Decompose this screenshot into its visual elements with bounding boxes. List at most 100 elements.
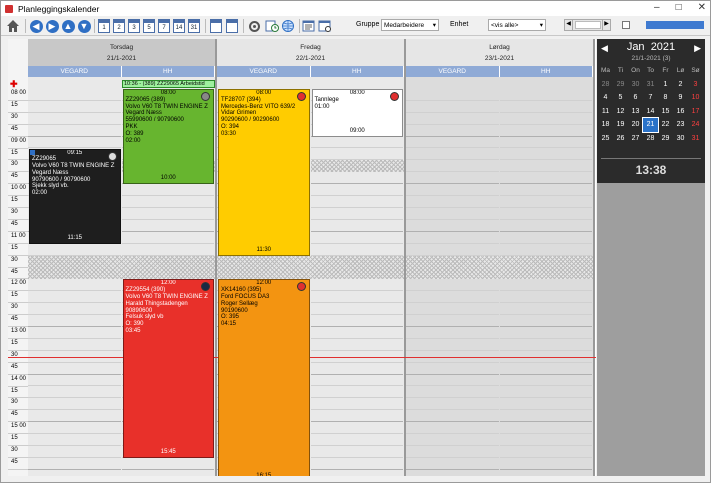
previous-arrow-icon[interactable]: ◀ <box>29 18 43 34</box>
mini-calendar-day[interactable]: 15 <box>658 105 673 119</box>
time-slot[interactable] <box>406 136 499 149</box>
time-slot[interactable] <box>499 422 592 435</box>
time-slot[interactable] <box>406 279 499 292</box>
mini-calendar-day[interactable]: 3 <box>688 78 703 92</box>
mini-calendar-day[interactable]: 19 <box>613 118 628 132</box>
time-slot[interactable] <box>499 208 592 220</box>
appointment-card[interactable]: 09:15 ZZ29065 Volvo V60 T8 TWIN ENGINE Z Ve… <box>29 148 121 244</box>
mini-calendar-day[interactable]: 22 <box>658 118 673 132</box>
time-slot[interactable] <box>499 303 592 316</box>
time-slot[interactable] <box>406 231 499 244</box>
time-slot[interactable] <box>499 172 592 185</box>
time-slot[interactable] <box>406 434 499 446</box>
time-slot[interactable] <box>499 338 592 351</box>
resource-header[interactable]: VEGARD <box>406 66 500 77</box>
time-slot[interactable] <box>406 196 499 208</box>
time-slot[interactable] <box>28 243 121 256</box>
time-slot[interactable] <box>406 124 499 137</box>
time-slot[interactable] <box>406 457 499 470</box>
mini-calendar-day[interactable]: 29 <box>613 78 628 92</box>
home-icon[interactable] <box>5 18 21 34</box>
down-arrow-icon[interactable]: ▼ <box>77 18 91 34</box>
time-slot[interactable] <box>28 374 121 387</box>
time-slot[interactable] <box>499 100 592 113</box>
time-slot[interactable] <box>406 303 499 316</box>
time-slot[interactable] <box>310 386 403 399</box>
minimize-button[interactable]: – <box>654 2 660 13</box>
mini-calendar-day[interactable]: 23 <box>673 118 688 132</box>
mini-calendar-day[interactable]: 18 <box>598 118 613 132</box>
next-arrow-icon[interactable]: ▶ <box>45 18 59 34</box>
time-slot[interactable] <box>406 410 499 423</box>
time-slot[interactable] <box>310 208 403 220</box>
resource-header[interactable]: VEGARD <box>217 66 311 77</box>
time-slot[interactable] <box>310 327 403 339</box>
time-slot[interactable] <box>28 457 121 470</box>
view-7-day-button[interactable]: 7 <box>157 18 171 34</box>
time-slot[interactable] <box>310 231 403 244</box>
time-slot[interactable] <box>406 89 499 101</box>
time-slot[interactable] <box>28 338 121 351</box>
time-slot[interactable] <box>499 124 592 137</box>
mini-calendar-day[interactable]: 11 <box>598 105 613 119</box>
time-slot[interactable] <box>499 148 592 161</box>
time-slot[interactable] <box>310 446 403 458</box>
time-slot[interactable] <box>406 398 499 411</box>
mini-calendar-day[interactable]: 6 <box>628 91 643 105</box>
time-slot[interactable] <box>28 422 121 435</box>
list-window-icon[interactable] <box>302 18 316 34</box>
time-slot[interactable] <box>310 434 403 446</box>
time-slot[interactable] <box>121 243 214 256</box>
time-slot[interactable] <box>499 136 592 149</box>
time-slot[interactable] <box>499 219 592 232</box>
time-slot[interactable] <box>28 291 121 304</box>
mini-calendar-day[interactable]: 26 <box>613 132 628 146</box>
view-3-day-button[interactable]: 3 <box>127 18 141 34</box>
time-slot[interactable] <box>499 386 592 399</box>
appointment-card[interactable]: 12:00 XK14160 (395) Ford FOCUS DA3 Roger Se… <box>218 279 310 476</box>
mini-calendar-day[interactable]: 25 <box>598 132 613 146</box>
mini-calendar-day[interactable]: 24 <box>688 118 703 132</box>
time-slot[interactable] <box>406 315 499 327</box>
mini-calendar-day[interactable]: 14 <box>643 105 658 119</box>
view-1-day-button[interactable]: 1 <box>97 18 111 34</box>
view-5-day-button[interactable]: 5 <box>142 18 156 34</box>
time-slot[interactable] <box>499 457 592 470</box>
time-slot[interactable] <box>310 422 403 435</box>
resource-header[interactable]: HH <box>310 66 404 77</box>
calendar-month-icon[interactable] <box>225 18 239 34</box>
window-settings-icon[interactable] <box>318 18 332 34</box>
time-slot[interactable] <box>28 136 121 149</box>
time-slot[interactable] <box>310 362 403 375</box>
time-slot[interactable] <box>310 398 403 411</box>
zoom-slider[interactable]: ◀ ▶ <box>564 19 611 31</box>
time-slot[interactable] <box>310 338 403 351</box>
mini-calendar-day[interactable]: 2 <box>673 78 688 92</box>
time-slot[interactable] <box>499 434 592 446</box>
time-slot[interactable] <box>310 148 403 161</box>
time-slot[interactable] <box>28 398 121 411</box>
time-slot[interactable] <box>28 89 121 101</box>
time-slot[interactable] <box>499 89 592 101</box>
clock-calendar-icon[interactable] <box>265 18 279 34</box>
time-slot[interactable] <box>28 327 121 339</box>
mini-calendar-day[interactable]: 31 <box>643 78 658 92</box>
resource-header[interactable]: HH <box>121 66 215 77</box>
view-31-day-button[interactable]: 31 <box>187 18 201 34</box>
slider-thumb[interactable] <box>575 21 601 29</box>
time-slot[interactable] <box>406 184 499 197</box>
unit-select[interactable]: <vis alle> ▾ <box>488 19 546 31</box>
time-slot[interactable] <box>499 327 592 339</box>
next-month-icon[interactable]: ▶ <box>694 43 701 54</box>
time-slot[interactable] <box>499 291 592 304</box>
time-slot[interactable] <box>406 148 499 161</box>
time-slot[interactable] <box>406 160 499 173</box>
day-header[interactable]: Fredag 22/1-2021 <box>217 39 404 66</box>
appointment-card[interactable]: 08:00 ZZ29065 (389) Volvo V60 T8 TWIN ENGI… <box>122 89 214 185</box>
time-slot[interactable] <box>28 446 121 458</box>
mini-calendar-day[interactable]: 12 <box>613 105 628 119</box>
time-slot[interactable] <box>28 386 121 399</box>
time-slot[interactable] <box>499 315 592 327</box>
time-slot[interactable] <box>310 291 403 304</box>
mini-calendar-day[interactable]: 10 <box>688 91 703 105</box>
